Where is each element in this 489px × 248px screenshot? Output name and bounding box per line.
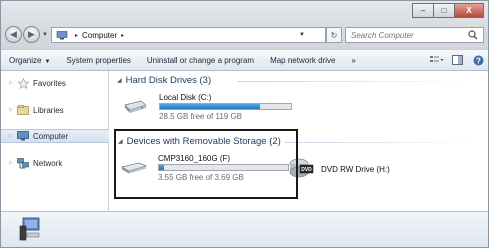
breadcrumb-separator[interactable]: ▸ — [121, 32, 124, 39]
nav-item-network[interactable]: ▷ Network — [1, 156, 109, 170]
more-commands-button[interactable]: » — [343, 56, 363, 65]
collapse-group-icon[interactable]: ◢ — [117, 77, 122, 84]
hard-drive-icon — [124, 100, 147, 113]
group-divider — [285, 142, 477, 143]
svg-text:?: ? — [476, 56, 481, 65]
maximize-button[interactable]: □ — [433, 3, 455, 18]
map-network-drive-button[interactable]: Map network drive — [262, 56, 343, 65]
view-options-icon — [429, 56, 443, 62]
back-arrow-icon: ◀ — [10, 29, 17, 39]
star-icon — [17, 77, 29, 89]
nav-label-computer: Computer — [33, 131, 69, 141]
navigation-buttons: ◀ ▶ ▼ — [5, 26, 48, 43]
navigation-pane: ▷ Favorites ▷ Libraries ▷ Computer ▷ Net… — [1, 71, 109, 211]
expand-arrow-icon[interactable]: ▷ — [9, 107, 15, 113]
search-input[interactable] — [351, 30, 461, 40]
help-icon: ? — [473, 55, 484, 65]
network-icon — [17, 157, 29, 169]
group-divider — [237, 81, 477, 82]
drive-local-disk-c[interactable]: Local Disk (C:) 28.5 GB free of 119 GB — [123, 91, 293, 123]
expand-arrow-icon[interactable]: ▷ — [9, 80, 15, 86]
title-bar: – □ X ◀ ▶ ▼ ▸ Computer ▸ ▼ ↻ — [1, 1, 488, 49]
nav-item-favorites[interactable]: ▷ Favorites — [1, 76, 109, 90]
forward-button[interactable]: ▶ — [23, 26, 40, 43]
explorer-window: – □ X ◀ ▶ ▼ ▸ Computer ▸ ▼ ↻ Search Comp… — [0, 0, 489, 248]
minimize-button[interactable]: – — [412, 3, 434, 18]
drive-dvd-rw-h[interactable]: DVD DVD RW Drive (H:) — [287, 155, 427, 183]
forward-arrow-icon: ▶ — [28, 29, 35, 39]
address-bar[interactable]: ▸ Computer ▸ ▼ — [51, 27, 326, 43]
organize-label: Organize — [9, 55, 42, 65]
command-bar: Organize ▼ System properties Uninstall or… — [1, 49, 488, 71]
breadcrumb-separator[interactable]: ▸ — [75, 32, 78, 39]
address-dropdown-icon[interactable]: ▼ — [299, 32, 305, 38]
computer-large-icon — [19, 217, 40, 241]
recent-pages-dropdown[interactable]: ▼ — [42, 32, 48, 38]
drive-name: DVD RW Drive (H:) — [321, 165, 390, 174]
organize-menu[interactable]: Organize ▼ — [1, 56, 58, 65]
highlight-box — [114, 129, 298, 199]
breadcrumb-computer[interactable]: Computer — [82, 31, 117, 40]
drive-usage-bar — [159, 103, 292, 110]
caption-buttons: – □ X — [412, 3, 484, 18]
expand-arrow-icon[interactable]: ▷ — [9, 160, 15, 166]
preview-pane-button[interactable] — [450, 53, 465, 67]
libraries-icon — [17, 105, 29, 116]
change-view-button[interactable] — [429, 53, 444, 67]
expand-arrow-icon[interactable]: ▷ — [9, 133, 15, 139]
help-button[interactable]: ? — [471, 53, 486, 67]
view-controls: ? — [423, 53, 486, 67]
uninstall-program-button[interactable]: Uninstall or change a program — [139, 56, 262, 65]
svg-text:DVD: DVD — [301, 167, 312, 173]
refresh-icon: ↻ — [330, 30, 338, 40]
drive-free-space: 28.5 GB free of 119 GB — [159, 112, 243, 121]
details-pane — [1, 211, 488, 247]
back-button[interactable]: ◀ — [5, 26, 22, 43]
system-properties-button[interactable]: System properties — [58, 56, 138, 65]
nav-label-favorites: Favorites — [33, 78, 66, 88]
search-icon — [468, 30, 478, 40]
computer-icon — [17, 131, 29, 142]
nav-item-libraries[interactable]: ▷ Libraries — [1, 103, 109, 117]
close-button[interactable]: X — [454, 3, 484, 18]
search-box[interactable] — [345, 27, 484, 43]
nav-label-libraries: Libraries — [33, 105, 64, 115]
group-title: Hard Disk Drives (3) — [125, 75, 212, 86]
chevron-down-icon: ▼ — [44, 58, 51, 65]
nav-label-network: Network — [33, 158, 63, 168]
drive-name: Local Disk (C:) — [159, 93, 212, 102]
nav-item-computer[interactable]: ▷ Computer — [1, 129, 109, 143]
group-header-hard-disks[interactable]: ◢ Hard Disk Drives (3) — [117, 75, 211, 86]
preview-pane-icon — [452, 55, 463, 65]
drive-usage-fill — [160, 104, 260, 109]
computer-icon — [56, 30, 68, 39]
refresh-button[interactable]: ↻ — [326, 27, 342, 43]
